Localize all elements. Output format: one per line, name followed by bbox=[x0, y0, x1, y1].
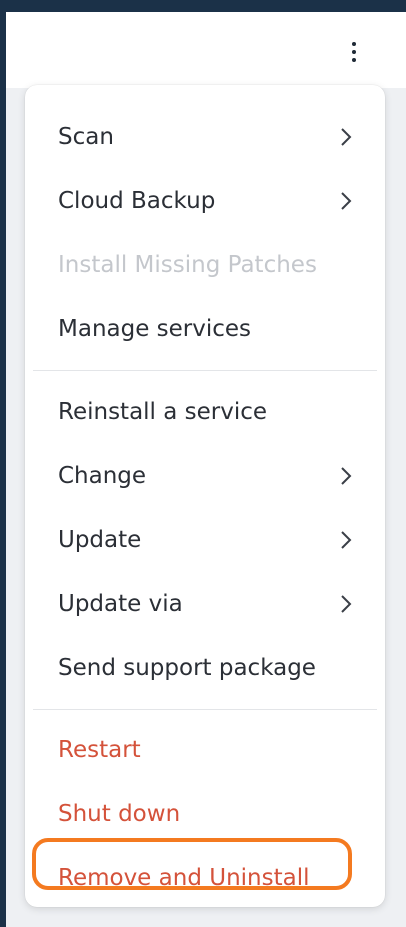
menu-divider bbox=[33, 709, 377, 710]
menu-item-label: Change bbox=[58, 463, 147, 489]
menu-item-label: Manage services bbox=[58, 316, 252, 342]
menu-item-update[interactable]: Update bbox=[25, 508, 385, 572]
menu-item-manage-services[interactable]: Manage services bbox=[25, 297, 385, 361]
context-menu: Scan Cloud Backup Install Missing Patche… bbox=[25, 85, 385, 907]
chevron-right-icon bbox=[337, 464, 355, 488]
menu-item-label: Update via bbox=[58, 591, 183, 617]
menu-item-label: Reinstall a service bbox=[58, 399, 268, 425]
menu-item-cloud-backup[interactable]: Cloud Backup bbox=[25, 169, 385, 233]
menu-divider bbox=[33, 370, 377, 371]
chevron-right-icon bbox=[337, 189, 355, 213]
menu-item-send-support-package[interactable]: Send support package bbox=[25, 636, 385, 700]
chevron-right-icon bbox=[337, 528, 355, 552]
menu-item-label: Remove and Uninstall bbox=[58, 865, 310, 891]
menu-item-label: Send support package bbox=[58, 655, 316, 681]
menu-item-remove-and-uninstall[interactable]: Remove and Uninstall bbox=[25, 846, 385, 910]
chevron-right-icon bbox=[337, 592, 355, 616]
menu-item-restart[interactable]: Restart bbox=[25, 718, 385, 782]
menu-item-shut-down[interactable]: Shut down bbox=[25, 782, 385, 846]
menu-item-install-missing-patches: Install Missing Patches bbox=[25, 233, 385, 297]
menu-item-label: Update bbox=[58, 527, 142, 553]
app-window: Scan Cloud Backup Install Missing Patche… bbox=[6, 12, 406, 927]
vertical-ellipsis-icon bbox=[352, 58, 356, 62]
vertical-ellipsis-icon bbox=[352, 50, 356, 54]
vertical-ellipsis-icon bbox=[352, 42, 356, 46]
more-options-button[interactable] bbox=[342, 36, 366, 68]
menu-item-label: Install Missing Patches bbox=[58, 252, 317, 278]
menu-item-reinstall-service[interactable]: Reinstall a service bbox=[25, 380, 385, 444]
menu-item-label: Shut down bbox=[58, 801, 181, 827]
menu-item-change[interactable]: Change bbox=[25, 444, 385, 508]
menu-item-label: Scan bbox=[58, 124, 114, 150]
chevron-right-icon bbox=[337, 125, 355, 149]
menu-item-label: Restart bbox=[58, 737, 141, 763]
menu-item-update-via[interactable]: Update via bbox=[25, 572, 385, 636]
menu-item-scan[interactable]: Scan bbox=[25, 105, 385, 169]
menu-item-label: Cloud Backup bbox=[58, 188, 216, 214]
